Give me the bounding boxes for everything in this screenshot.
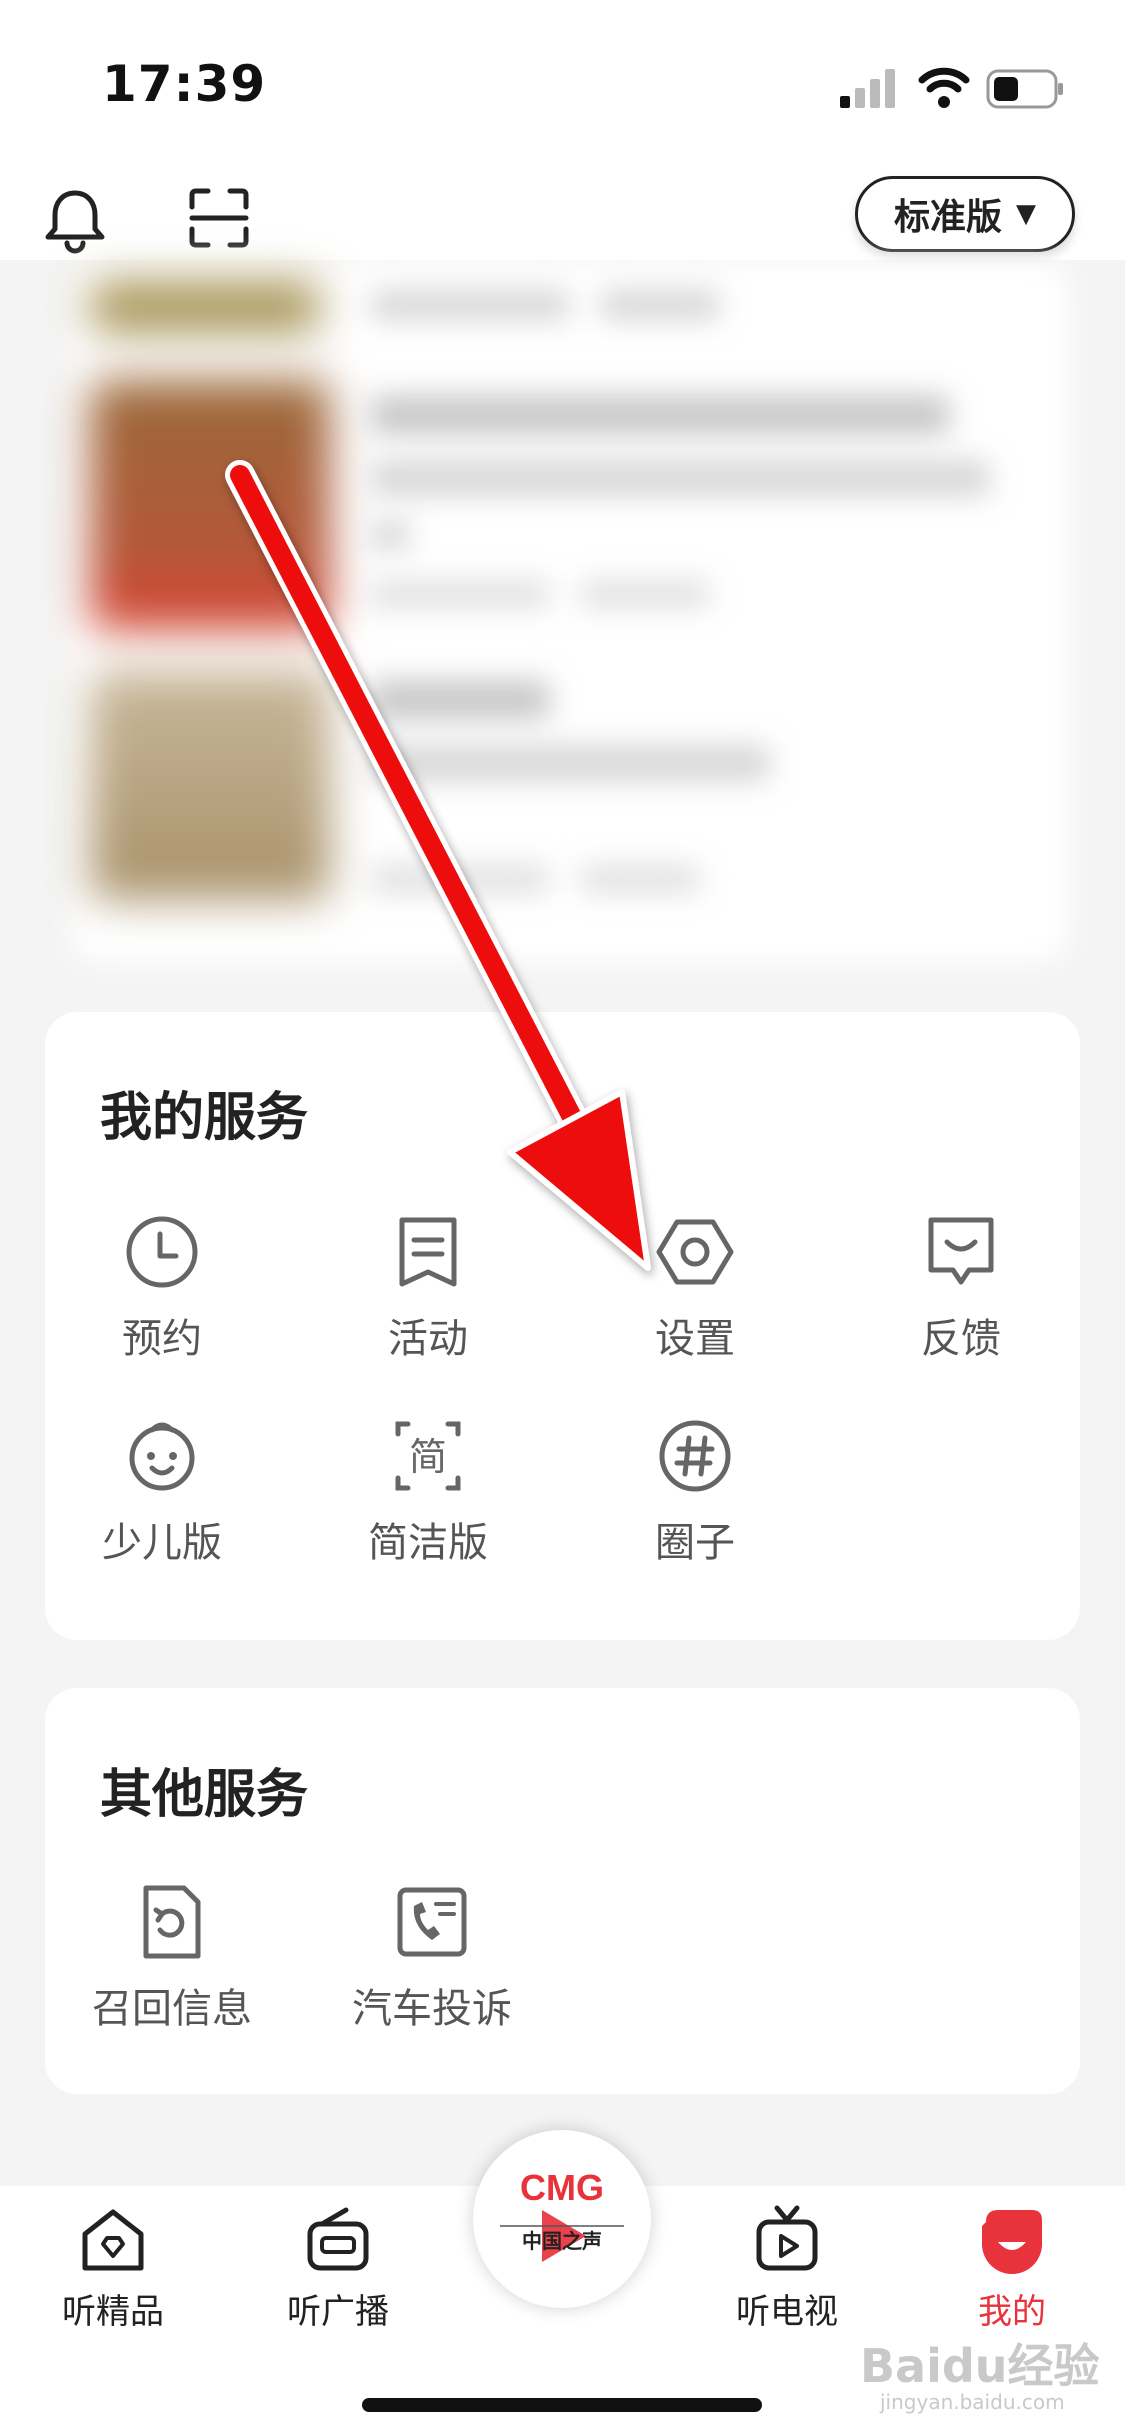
hexagon-gear-icon: [656, 1219, 734, 1285]
service-simple-mode[interactable]: 简 简洁版: [328, 1416, 528, 1568]
service-label: 召回信息: [92, 1986, 252, 2032]
radio-icon: [307, 2207, 369, 2271]
other-services-title: 其他服务: [100, 1765, 309, 1825]
home-indicator[interactable]: [362, 2398, 762, 2412]
blurred-text-line: [370, 680, 550, 720]
bookmark-list-icon: [399, 1217, 457, 1287]
cmg-logo-icon[interactable]: CMG 中国之声: [490, 2150, 634, 2290]
blurred-text-line: [370, 520, 410, 550]
blurred-text-line: [370, 460, 990, 496]
kid-face-icon: [129, 1422, 195, 1491]
service-label: 汽车投诉: [352, 1986, 512, 2032]
blurred-text-line: [580, 865, 700, 893]
nav-listen-premium[interactable]: 听精品: [38, 2204, 188, 2333]
phone-complaint-icon: [397, 1887, 467, 1957]
service-activity[interactable]: 活动: [328, 1212, 528, 1364]
nav-listen-tv[interactable]: 听电视: [712, 2204, 862, 2333]
wifi-icon: [918, 67, 970, 108]
service-recall-info[interactable]: 召回信息: [72, 1882, 272, 2034]
blurred-text-line: [370, 865, 550, 893]
bell-icon[interactable]: [40, 185, 110, 255]
blurred-text-line: [580, 580, 710, 608]
home-icon: [82, 2209, 144, 2271]
service-car-complaint[interactable]: 汽车投诉: [332, 1882, 532, 2034]
profile-icon: [982, 2210, 1042, 2274]
service-label: 预约: [122, 1316, 202, 1362]
service-kids-mode[interactable]: 少儿版: [62, 1416, 262, 1568]
simple-mode-glyph: 简: [409, 1435, 447, 1479]
caret-down-icon: ▼: [1016, 199, 1036, 229]
service-reservation[interactable]: 预约: [62, 1212, 262, 1364]
tv-icon: [756, 2205, 818, 2271]
nav-mine[interactable]: 我的: [937, 2204, 1087, 2333]
simple-mode-icon: 简: [395, 1421, 461, 1491]
scan-icon[interactable]: [186, 185, 252, 251]
cellular-signal-icon: [840, 69, 895, 108]
blurred-text-line: [370, 395, 950, 435]
battery-icon: [986, 69, 1063, 109]
cmg-sub-text: 中国之声: [522, 2229, 602, 2253]
service-label: 圈子: [655, 1520, 735, 1566]
recall-document-icon: [143, 1885, 201, 1959]
nav-label: 我的: [978, 2292, 1046, 2332]
edition-dropdown-button[interactable]: 标准版 ▼: [855, 176, 1075, 252]
blurred-text-line: [600, 290, 720, 320]
edition-label: 标准版: [893, 197, 1002, 238]
clock-icon: [126, 1216, 198, 1288]
service-feedback[interactable]: 反馈: [861, 1212, 1061, 1364]
cmg-logo-text: CMG: [520, 2167, 604, 2208]
nav-label: 听电视: [736, 2292, 838, 2332]
feedback-icon: [928, 1217, 994, 1285]
blurred-text-line: [370, 745, 770, 781]
blurred-thumbnail: [90, 670, 330, 900]
service-label: 少儿版: [102, 1520, 222, 1566]
nav-label: 听精品: [62, 2292, 164, 2332]
blurred-text-line: [370, 580, 550, 608]
status-time: 17:39: [102, 55, 267, 113]
watermark-sub: jingyan.baidu.com: [880, 2390, 1065, 2414]
service-label: 设置: [655, 1316, 735, 1362]
watermark: Baidu经验: [860, 2339, 1100, 2393]
service-circles[interactable]: 圈子: [595, 1416, 795, 1568]
blurred-thumbnail: [90, 282, 320, 332]
hashtag-icon: [659, 1420, 731, 1492]
nav-label: 听广播: [287, 2292, 389, 2332]
service-label: 简洁版: [368, 1520, 488, 1566]
blurred-thumbnail: [90, 380, 330, 630]
nav-listen-radio[interactable]: 听广播: [263, 2204, 413, 2333]
blurred-text-line: [370, 290, 570, 320]
service-settings[interactable]: 设置: [595, 1212, 795, 1364]
service-label: 活动: [388, 1316, 468, 1362]
my-services-title: 我的服务: [100, 1088, 309, 1148]
service-label: 反馈: [921, 1316, 1001, 1362]
